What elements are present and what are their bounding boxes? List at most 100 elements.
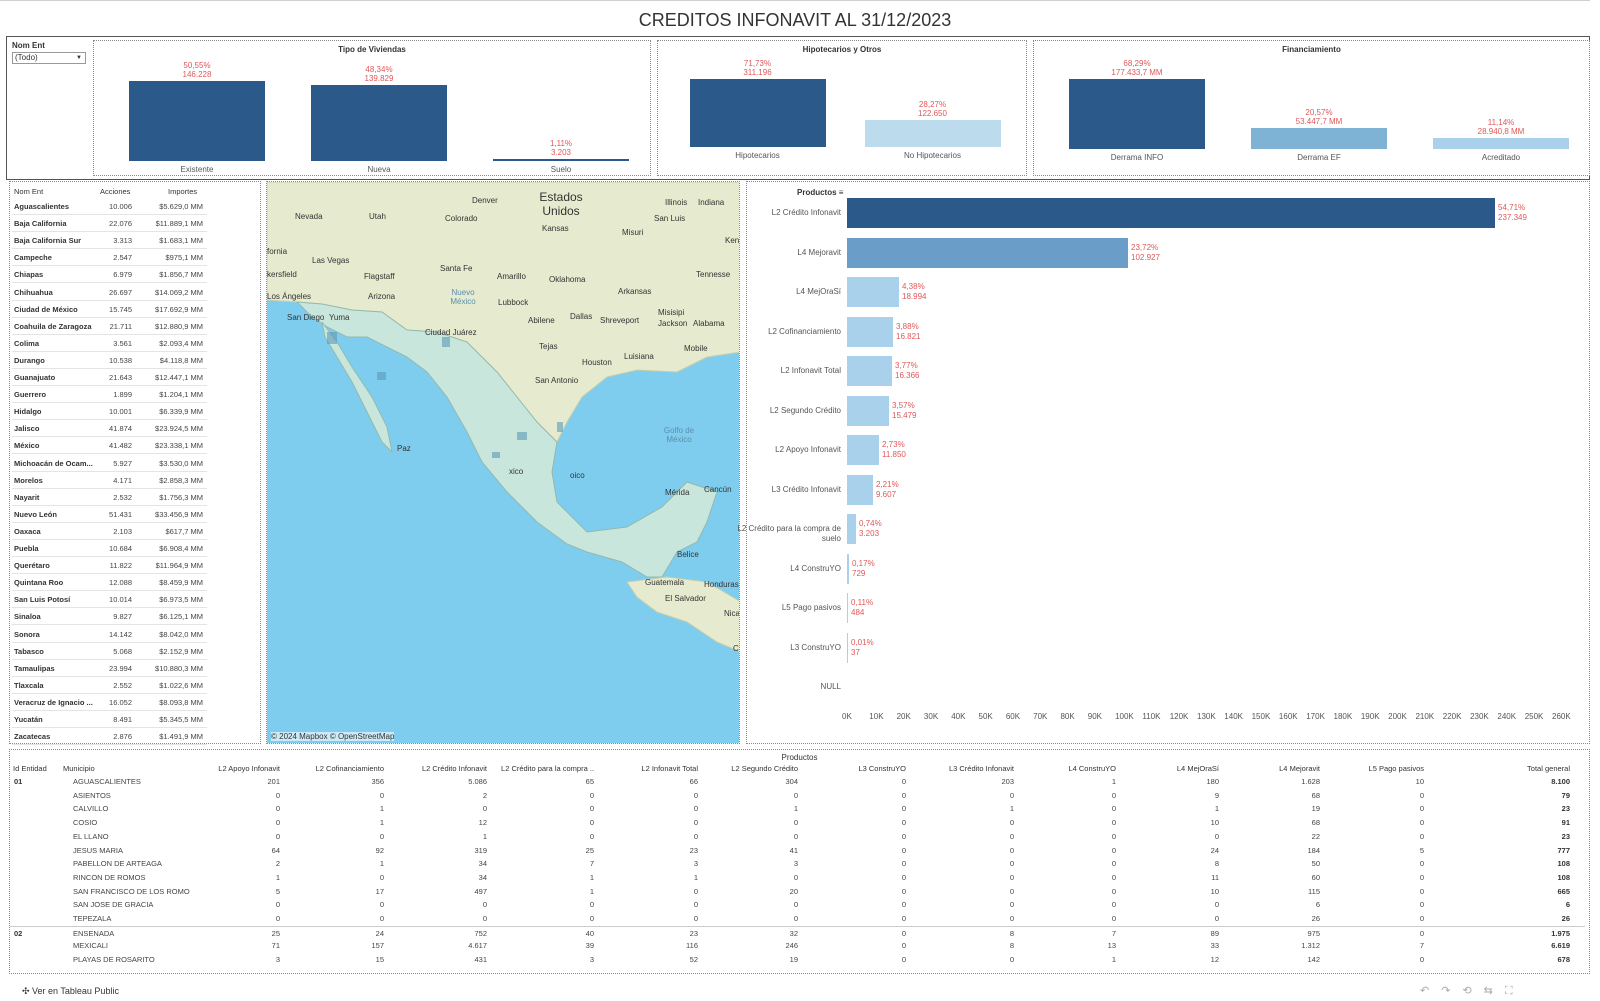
nom-ent-filter-select[interactable]: (Todo) ▼ <box>12 52 86 64</box>
table-row[interactable]: MEXICALI 71 157 4.617 39 116 246 0 8 13 33 1.312 7 6.… <box>10 939 1585 953</box>
state-row[interactable]: México 41.482 $23.338,1 MM <box>12 437 207 455</box>
table-row[interactable]: TEPEZALA 0 0 0 0 0 0 0 0 0 0 26 0 26 <box>10 912 1585 926</box>
table-cell: 0 <box>693 818 698 828</box>
state-row[interactable]: San Luis Potosí 10.014 $6.973,5 MM <box>12 591 207 609</box>
hipotecarios-chart: Hipotecarios y Otros 71,73% 311.196 Hipote… <box>657 40 1027 176</box>
table-row[interactable]: COSIO 0 1 12 0 0 0 0 0 0 10 68 0 91 <box>10 816 1585 830</box>
state-row[interactable]: Chiapas 6.979 $1.856,7 MM <box>12 266 207 284</box>
product-bar[interactable] <box>847 474 873 505</box>
table-row[interactable]: 02 ENSENADA 25 24 752 40 23 32 0 8 7 89 975 0 1.975 <box>10 925 1585 940</box>
table-row[interactable]: JESUS MARIA 64 92 319 25 23 41 0 0 0 24 184 5 777 <box>10 844 1585 858</box>
state-row[interactable]: Sinaloa 9.827 $6.125,1 MM <box>12 608 207 626</box>
tipo-viviendas-pct: 48,34% <box>365 65 393 74</box>
state-row[interactable]: Baja California 22.076 $11.889,1 MM <box>12 215 207 233</box>
table-cell: 0 <box>379 790 384 800</box>
table-row[interactable]: CALVILLO 0 1 0 0 0 1 0 1 0 1 19 0 23 <box>10 802 1585 816</box>
revert-icon[interactable]: ⟲ <box>1462 985 1483 997</box>
tipo-viviendas-bar[interactable] <box>493 159 629 161</box>
state-row[interactable]: Campeche 2.547 $975,1 MM <box>12 249 207 267</box>
financiamiento-bar[interactable] <box>1251 128 1387 149</box>
table-cell: 33 <box>1210 941 1219 951</box>
table-cell: 0 <box>1009 818 1014 828</box>
state-row[interactable]: Nayarit 2.532 $1.756,3 MM <box>12 489 207 506</box>
product-bar[interactable] <box>847 198 1495 228</box>
fullscreen-icon[interactable]: ⛶ <box>1505 985 1525 997</box>
state-name: Durango <box>14 355 45 365</box>
table-cell: 1 <box>379 804 384 814</box>
state-row[interactable]: Tamaulipas 23.994 $10.880,3 MM <box>12 660 207 677</box>
redo-icon[interactable]: ↷ <box>1441 985 1462 997</box>
table-row[interactable]: 01 AGUASCALIENTES 201 356 5.086 65 66 304 0 203 1 1… <box>10 775 1585 789</box>
table-row[interactable]: SAN JOSE DE GRACIA 0 0 0 0 0 0 0 0 0 0 6 0 6 <box>10 898 1585 912</box>
state-row[interactable]: Guanajuato 21.643 $12.447,1 MM <box>12 369 207 386</box>
x-axis-tick: 0K <box>842 712 852 721</box>
hipotecarios-bar[interactable] <box>864 120 1001 147</box>
state-row[interactable]: Aguascalientes 10.006 $5.629,0 MM <box>12 198 207 215</box>
table-cell: 41 <box>789 845 798 855</box>
map-label: Mobile <box>684 344 708 353</box>
table-cell: 0 <box>793 900 798 910</box>
state-row[interactable]: Zacatecas 2.876 $1.491,9 MM <box>12 728 207 746</box>
sort-icon[interactable]: ≡ <box>839 188 844 197</box>
state-row[interactable]: Tabasco 5.068 $2.152,9 MM <box>12 643 207 660</box>
state-row[interactable]: Oaxaca 2.103 $617,7 MM <box>12 523 207 540</box>
state-row[interactable]: Morelos 4.171 $2.858,3 MM <box>12 472 207 489</box>
hipotecarios-value: 122.650 <box>918 109 947 118</box>
state-row[interactable]: Coahuila de Zaragoza 21.711 $12.880,9 MM <box>12 318 207 335</box>
x-axis-tick: 230K <box>1470 712 1489 721</box>
state-row[interactable]: Veracruz de Ignacio ... 16.052 $8.093,8 MM <box>12 694 207 711</box>
state-row[interactable]: Colima 3.561 $2.093,4 MM <box>12 335 207 352</box>
state-row[interactable]: Sonora 14.142 $8.042,0 MM <box>12 626 207 643</box>
state-row[interactable]: Quintana Roo 12.088 $8.459,9 MM <box>12 574 207 592</box>
table-cell: 64 <box>271 845 280 855</box>
state-acciones: 2.876 <box>113 732 132 742</box>
product-bar[interactable] <box>847 632 848 663</box>
state-row[interactable]: Michoacán de Ocam... 5.927 $3.530,0 MM <box>12 455 207 472</box>
hipotecarios-category-label: No Hipotecarios <box>904 151 961 160</box>
mexico-map[interactable]: © 2024 Mapbox © OpenStreetMap Estados Un… <box>266 181 740 744</box>
state-row[interactable]: Tlaxcala 2.552 $1.022,6 MM <box>12 677 207 694</box>
tipo-viviendas-bar[interactable] <box>129 81 265 161</box>
table-row[interactable]: EL LLANO 0 0 1 0 0 0 0 0 0 0 22 0 23 <box>10 830 1585 844</box>
product-bar[interactable] <box>847 593 848 623</box>
state-row[interactable]: Jalisco 41.874 $23.924,5 MM <box>12 420 207 438</box>
product-bar[interactable] <box>847 316 893 347</box>
hipotecarios-bar[interactable] <box>689 79 826 147</box>
state-name: Chiapas <box>14 270 44 280</box>
state-row[interactable]: Guerrero 1.899 $1.204,1 MM <box>12 386 207 404</box>
product-bar-label: 2,21% 9.607 <box>876 480 899 500</box>
state-row[interactable]: Ciudad de México 15.745 $17.692,9 MM <box>12 301 207 318</box>
state-row[interactable]: Baja California Sur 3.313 $1.683,1 MM <box>12 232 207 250</box>
financiamiento-bar[interactable] <box>1433 138 1569 149</box>
state-row[interactable]: Durango 10.538 $4.118,8 MM <box>12 352 207 369</box>
product-bar[interactable] <box>847 435 879 465</box>
state-row[interactable]: Nuevo León 51.431 $33.456,9 MM <box>12 506 207 523</box>
state-acciones: 5.927 <box>113 458 132 468</box>
product-bar[interactable] <box>847 553 849 584</box>
state-row[interactable]: Hidalgo 10.001 $6.339,9 MM <box>12 403 207 421</box>
view-tableau-public-link[interactable]: ✣ Ver en Tableau Public <box>22 986 119 997</box>
product-bar[interactable] <box>847 237 1128 268</box>
product-bar[interactable] <box>847 395 889 426</box>
product-bar[interactable] <box>847 514 856 544</box>
state-acciones: 2.532 <box>113 492 132 502</box>
state-row[interactable]: Chihuahua 26.697 $14.069,2 MM <box>12 284 207 301</box>
table-row[interactable]: RINCON DE ROMOS 1 0 34 1 1 0 0 0 0 11 60 0 108 <box>10 871 1585 885</box>
share-icon[interactable]: ⇆ <box>1484 985 1505 997</box>
table-cell: 0 <box>1111 900 1116 910</box>
tipo-viviendas-bar[interactable] <box>311 85 447 161</box>
product-bar[interactable] <box>847 356 892 386</box>
state-row[interactable]: Querétaro 11.822 $11.964,9 MM <box>12 557 207 575</box>
state-row[interactable]: Puebla 10.684 $6.908,4 MM <box>12 540 207 557</box>
state-name: Yucatán <box>14 715 43 724</box>
state-row[interactable]: Yucatán 8.491 $5.345,5 MM <box>12 711 207 728</box>
table-cell: 304 <box>785 777 798 786</box>
undo-icon[interactable]: ↶ <box>1420 985 1441 997</box>
table-row[interactable]: ASIENTOS 0 0 2 0 0 0 0 0 0 9 68 0 79 <box>10 789 1585 803</box>
table-row[interactable]: PLAYAS DE ROSARITO 3 15 431 3 52 19 0 0 1 12 142 0 67… <box>10 953 1585 967</box>
table-row[interactable]: SAN FRANCISCO DE LOS ROMO 5 17 497 1 0 20 0 0 0 10… <box>10 885 1585 899</box>
table-cell: 40 <box>585 928 594 938</box>
table-row[interactable]: PABELLON DE ARTEAGA 2 1 34 7 3 3 0 0 0 8 50 0 108 <box>10 857 1585 871</box>
product-bar[interactable] <box>847 277 899 307</box>
financiamiento-bar[interactable] <box>1069 79 1205 149</box>
